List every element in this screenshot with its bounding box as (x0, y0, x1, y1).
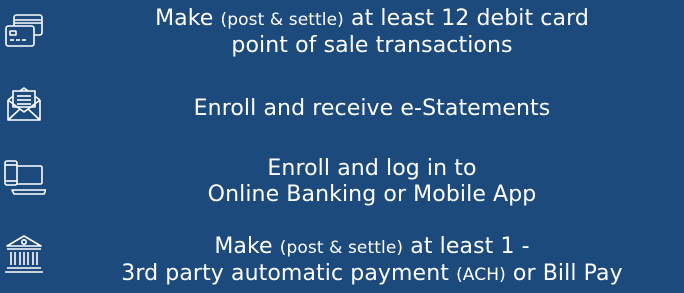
requirement-online-banking: Enroll and log in to Online Banking or M… (0, 148, 684, 214)
requirement-auto-payment: Make (post & settle) at least 1 - 3rd pa… (0, 226, 684, 292)
requirement-online-banking-line-1: Enroll and log in to (267, 156, 477, 181)
requirement-estatements-text: Enroll and receive e-Statements (60, 96, 684, 122)
requirement-auto-payment-text: Make (post & settle) at least 1 - 3rd pa… (60, 234, 684, 288)
requirement-estatements: Enroll and receive e-Statements (0, 78, 684, 134)
requirement-estatements-line-1: Enroll and receive e-Statements (193, 96, 551, 121)
requirement-auto-payment-line-1: Make (post & settle) at least 1 - (214, 234, 530, 259)
requirements-panel: Make (post & settle) at least 12 debit c… (0, 0, 684, 293)
envelope-icon (2, 82, 46, 126)
requirement-debit-card-text: Make (post & settle) at least 12 debit c… (60, 6, 684, 59)
requirement-online-banking-text: Enroll and log in to Online Banking or M… (60, 156, 684, 208)
credit-card-icon (2, 10, 46, 54)
requirement-online-banking-line-2: Online Banking or Mobile App (207, 182, 537, 207)
laptop-phone-icon (2, 156, 46, 200)
requirement-debit-card: Make (post & settle) at least 12 debit c… (0, 0, 684, 64)
bank-building-icon (2, 232, 46, 276)
requirement-auto-payment-line-2: 3rd party automatic payment (ACH) or Bil… (121, 261, 623, 286)
requirement-debit-card-line-1: Make (post & settle) at least 12 debit c… (155, 6, 589, 31)
requirement-debit-card-line-2: point of sale transactions (231, 33, 513, 58)
